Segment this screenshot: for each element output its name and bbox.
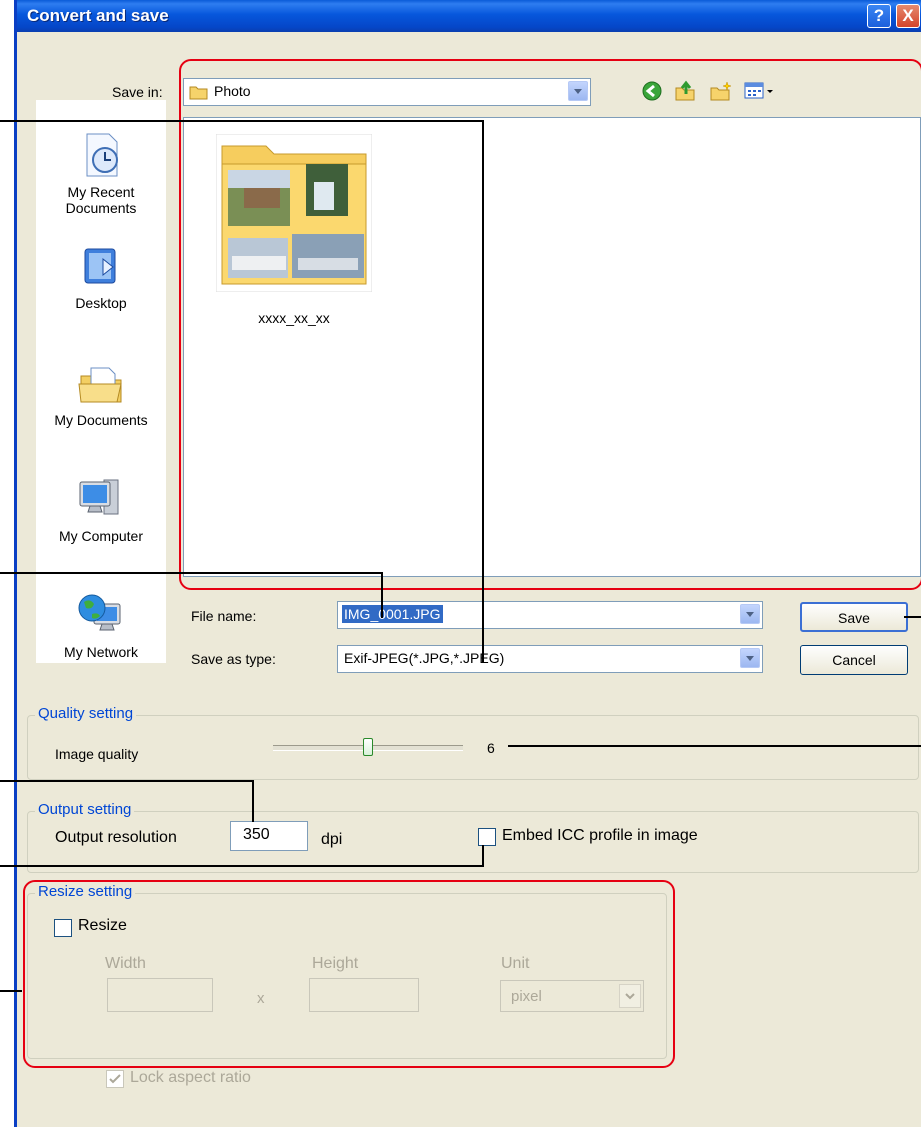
recent-documents-icon [86, 133, 118, 177]
file-name-value: IMG_0001.JPG [342, 605, 443, 623]
quality-setting-group [27, 715, 919, 780]
file-name-combo[interactable]: IMG_0001.JPG [337, 601, 763, 629]
callout-line [0, 572, 383, 574]
place-recent-documents[interactable]: My Recent Documents [36, 130, 166, 216]
dpi-unit-label: dpi [321, 831, 343, 848]
resize-checkbox[interactable] [54, 919, 72, 937]
my-network-icon [78, 594, 121, 631]
save-in-combo[interactable]: Photo [183, 78, 591, 106]
place-label: My Documents [54, 412, 148, 428]
chevron-down-icon[interactable] [568, 81, 588, 101]
lock-aspect-label: Lock aspect ratio [130, 1069, 251, 1086]
lock-aspect-checkbox[interactable] [106, 1070, 124, 1088]
places-bar: My Recent Documents Desktop My Documents [36, 100, 166, 663]
file-list[interactable]: xxxx_xx_xx [183, 117, 921, 577]
image-quality-slider-thumb[interactable] [363, 738, 373, 756]
embed-icc-label: Embed ICC profile in image [502, 827, 698, 844]
place-label: My Recent [67, 184, 135, 200]
list-item-name: xxxx_xx_xx [258, 310, 330, 326]
image-quality-value: 6 [487, 740, 495, 756]
save-as-type-value: Exif-JPEG(*.JPG,*.JPEG) [344, 650, 505, 666]
output-resolution-label: Output resolution [55, 829, 177, 846]
height-input[interactable] [309, 978, 419, 1012]
desktop-icon [84, 248, 116, 284]
callout-line [904, 616, 921, 618]
place-my-network[interactable]: My Network [36, 590, 166, 660]
unit-select-value: pixel [511, 988, 542, 1005]
width-label: Width [105, 955, 146, 972]
close-button[interactable]: X [896, 4, 920, 28]
save-in-value: Photo [214, 83, 251, 99]
callout-line [482, 120, 484, 663]
title-bar[interactable]: Convert and save ? X [17, 0, 921, 32]
callout-line [0, 865, 484, 867]
times-label: x [257, 990, 265, 1007]
my-computer-icon [79, 479, 119, 515]
chevron-down-icon[interactable] [740, 648, 760, 668]
back-icon[interactable] [642, 81, 662, 101]
callout-line [0, 780, 254, 782]
file-name-label: File name: [191, 608, 257, 624]
callout-line [381, 572, 383, 618]
save-button[interactable]: Save [800, 602, 908, 632]
checkmark-icon [109, 1074, 121, 1084]
save-as-type-label: Save as type: [191, 651, 276, 667]
help-button[interactable]: ? [867, 4, 891, 28]
place-label: My Network [64, 644, 138, 660]
callout-line [508, 745, 921, 747]
close-icon: X [902, 6, 914, 25]
place-label: Desktop [75, 295, 127, 311]
dialog-window: Convert and save ? X Save in: Photo My R… [14, 0, 921, 1127]
folder-icon [189, 86, 208, 100]
quality-setting-title: Quality setting [35, 705, 137, 722]
unit-label: Unit [501, 955, 530, 972]
save-as-type-combo[interactable]: Exif-JPEG(*.JPG,*.JPEG) [337, 645, 763, 673]
cancel-button[interactable]: Cancel [800, 645, 908, 675]
resize-label: Resize [78, 917, 127, 934]
folder-thumbnail-icon [216, 134, 372, 292]
callout-line [0, 120, 484, 122]
up-folder-icon[interactable] [674, 80, 696, 102]
my-documents-icon [78, 367, 122, 403]
place-my-documents[interactable]: My Documents [36, 360, 166, 428]
embed-icc-checkbox[interactable] [478, 828, 496, 846]
output-resolution-input[interactable]: 350 [230, 821, 308, 851]
callout-line [252, 780, 254, 822]
place-label: My Computer [58, 528, 144, 544]
place-my-computer[interactable]: My Computer [36, 474, 166, 544]
height-label: Height [312, 955, 359, 972]
place-label: Documents [65, 200, 137, 216]
new-folder-icon[interactable] [709, 80, 733, 102]
chevron-down-icon[interactable] [619, 984, 641, 1008]
view-menu-icon[interactable] [744, 81, 776, 101]
unit-select[interactable]: pixel [500, 980, 644, 1012]
list-item[interactable]: xxxx_xx_xx [216, 134, 372, 326]
window-title: Convert and save [27, 6, 169, 25]
callout-line [482, 845, 484, 867]
help-icon: ? [873, 6, 885, 25]
place-desktop[interactable]: Desktop [36, 243, 166, 311]
save-in-label: Save in: [112, 84, 163, 100]
chevron-down-icon[interactable] [740, 604, 760, 624]
output-setting-title: Output setting [35, 801, 135, 818]
resize-setting-title: Resize setting [35, 883, 136, 900]
width-input[interactable] [107, 978, 213, 1012]
image-quality-label: Image quality [55, 746, 139, 762]
callout-line [0, 990, 22, 992]
output-resolution-value: 350 [243, 826, 270, 843]
